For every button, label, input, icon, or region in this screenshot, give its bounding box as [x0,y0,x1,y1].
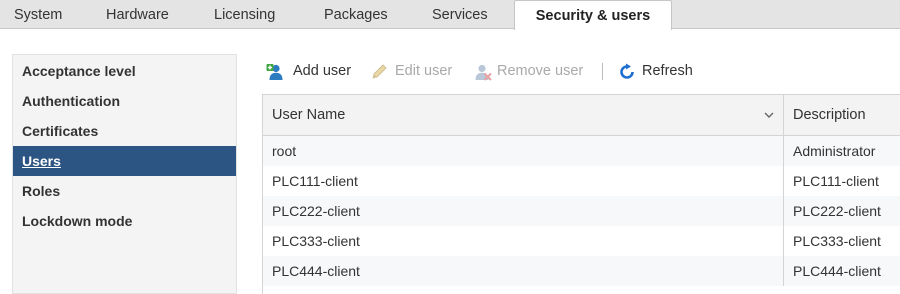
column-header-user-name[interactable]: User Name [263,95,783,135]
sidebar-item-users[interactable]: Users [13,146,236,176]
cell-user-name: PLC333-client [272,233,360,249]
table-row[interactable]: root Administrator [263,136,900,166]
table-row[interactable]: PLC444-client PLC444-client [263,256,900,286]
cell-description: PLC444-client [783,256,900,286]
refresh-label: Refresh [642,63,693,79]
cell-description: PLC222-client [783,196,900,226]
edit-pencil-icon [372,64,387,79]
toolbar-divider [602,63,603,80]
remove-user-icon [475,64,492,81]
tab-bar: System Hardware Licensing Packages Servi… [0,0,900,30]
column-header-description[interactable]: Description [783,95,900,135]
edit-user-label: Edit user [395,63,453,79]
add-user-icon [266,64,283,80]
sidebar-item-lockdown-mode[interactable]: Lockdown mode [13,206,236,236]
sidebar-item-certificates[interactable]: Certificates [13,116,236,146]
sidebar-item-authentication[interactable]: Authentication [13,86,236,116]
add-user-button[interactable]: Add user [266,56,356,86]
tab-packages[interactable]: Packages [324,0,388,28]
sidebar: Acceptance level Authentication Certific… [12,54,237,294]
table-row[interactable]: PLC222-client PLC222-client [263,196,900,226]
toolbar: Add user Edit user Remove user Refresh [262,56,900,86]
tab-services[interactable]: Services [432,0,488,28]
table-row[interactable]: PLC111-client PLC111-client [263,166,900,196]
tab-licensing[interactable]: Licensing [214,0,275,28]
cell-description: PLC333-client [783,226,900,256]
add-user-label: Add user [293,63,352,79]
edit-user-button[interactable]: Edit user [370,56,460,86]
users-table: User Name Description root Administrator… [262,94,900,294]
cell-description: Administrator [783,136,900,166]
table-row[interactable]: PLC333-client PLC333-client [263,226,900,256]
tab-hardware[interactable]: Hardware [106,0,169,28]
refresh-button[interactable]: Refresh [618,56,698,86]
sidebar-item-acceptance-level[interactable]: Acceptance level [13,56,236,86]
sidebar-item-roles[interactable]: Roles [13,176,236,206]
tab-security-users[interactable]: Security & users [514,0,672,30]
chevron-down-icon[interactable] [763,109,775,121]
remove-user-button[interactable]: Remove user [474,56,594,86]
cell-user-name: PLC111-client [272,173,358,189]
refresh-icon [620,63,634,79]
tab-system[interactable]: System [14,0,62,28]
cell-user-name: PLC222-client [272,203,360,219]
remove-user-label: Remove user [497,63,584,79]
table-header: User Name Description [263,95,900,136]
cell-user-name: PLC444-client [272,263,360,279]
cell-user-name: root [272,143,297,159]
cell-description: PLC111-client [783,166,900,196]
